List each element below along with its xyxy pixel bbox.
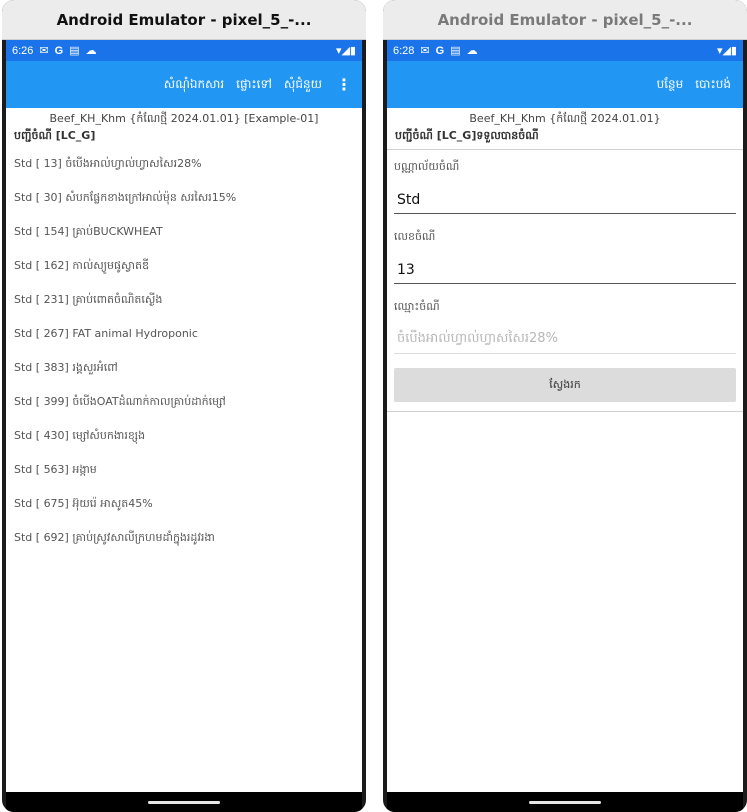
library-field[interactable]: Std <box>394 184 736 214</box>
status-time: 6:28 <box>393 44 415 57</box>
list-item[interactable]: Std [ 231] គ្រាប់ពោតចំណិតស្ងើង <box>14 283 354 317</box>
gmail-icon: ✉ <box>39 45 49 57</box>
signal-battery-icon: ▾◢▮ <box>335 45 356 57</box>
nav-bar <box>387 792 743 812</box>
number-label: លេខចំណី <box>394 230 436 243</box>
overflow-menu-icon[interactable]: ⋮ <box>328 75 356 94</box>
phone-screen: 6:28 ✉ G ▤ ☁ ▾◢▮ បន្ថែម បោះបង់ Beef_KH_K… <box>387 40 743 792</box>
app-bar: បន្ថែម បោះបង់ <box>387 61 743 108</box>
calendar-icon: ▤ <box>450 45 461 57</box>
feed-list: Std [ 13] ចំបើងអាល់ហ្វាល់ហ្វាសសៃរ28% Std… <box>6 147 362 555</box>
list-item[interactable]: Std [ 675] អ៊ុយរ៉េ អាសូត45% <box>14 487 354 521</box>
list-item[interactable]: Std [ 399] ចំបើងOATដំណាក់កាលគ្រាប់ដាក់ម្… <box>14 385 354 419</box>
number-field[interactable]: 13 <box>394 254 736 284</box>
google-icon: G <box>435 44 445 57</box>
emulator-window-left: Android Emulator - pixel_5_-... 6:26 ✉ G… <box>2 0 366 812</box>
list-item[interactable]: Std [ 13] ចំបើងអាល់ហ្វាល់ហ្វាសសៃរ28% <box>14 147 354 181</box>
action-add[interactable]: បន្ថែម <box>651 76 690 94</box>
action-documents[interactable]: សំណុំឯកសារ <box>158 76 230 94</box>
gmail-icon: ✉ <box>420 45 430 57</box>
search-button[interactable]: ស្វែងរក <box>394 368 736 402</box>
list-item[interactable]: Std [ 692] គ្រាប់ស្រូវសាលីក្រហមដាំក្នុងរ… <box>14 521 354 555</box>
app-bar: សំណុំឯកសារ ផ្លោះទៅ សុំជំនួយ ⋮ <box>6 61 362 108</box>
list-item[interactable]: Std [ 154] គ្រាប់BUCKWHEAT <box>14 215 354 249</box>
action-cancel[interactable]: បោះបង់ <box>689 76 737 94</box>
list-item[interactable]: Std [ 162] កាល់ស្យូមផូស្វាតឌី <box>14 249 354 283</box>
home-handle[interactable] <box>529 800 601 804</box>
library-label: បណ្ណាល័យចំណី <box>394 160 460 173</box>
emulator-window-right: Android Emulator - pixel_5_-... 6:28 ✉ G… <box>383 0 747 812</box>
list-item[interactable]: Std [ 430] ម្សៅសំបកងារខ្សុង <box>14 419 354 453</box>
name-label: ឈ្មោះចំណី <box>394 300 440 313</box>
google-icon: G <box>54 44 64 57</box>
list-title: បញ្ជីចំណី [LC_G] <box>14 129 96 142</box>
phone-screen: 6:26 ✉ G ▤ ☁ ▾◢▮ សំណុំឯកសារ ផ្លោះទៅ សុំជ… <box>6 40 362 792</box>
name-field[interactable]: ចំបើងអាល់ហ្វាល់ហ្វាសសៃរ28% <box>394 324 736 354</box>
window-title: Android Emulator - pixel_5_-... <box>383 0 747 40</box>
status-bar: 6:26 ✉ G ▤ ☁ ▾◢▮ <box>6 40 362 61</box>
list-item[interactable]: Std [ 563] អង្កាម <box>14 453 354 487</box>
calendar-icon: ▤ <box>69 45 80 57</box>
cloud-icon: ☁ <box>85 45 97 57</box>
feed-form: បណ្ណាល័យចំណី Std លេខចំណី 13 ឈ្មោះចំណី ចំ… <box>387 149 743 412</box>
nav-bar <box>6 792 362 812</box>
window-title: Android Emulator - pixel_5_-... <box>2 0 366 40</box>
cloud-icon: ☁ <box>466 45 478 57</box>
signal-battery-icon: ▾◢▮ <box>716 45 737 57</box>
action-goto[interactable]: ផ្លោះទៅ <box>230 76 278 94</box>
action-help[interactable]: សុំជំនួយ <box>278 76 328 94</box>
status-time: 6:26 <box>12 44 34 57</box>
list-item[interactable]: Std [ 267] FAT animal Hydroponic <box>14 317 354 351</box>
page-subtitle: Beef_KH_Khm {កំណែថ្មី 2024.01.01} [Examp… <box>49 112 319 125</box>
list-item[interactable]: Std [ 30] សំបកផ្លែកខាងក្រៅអាល់ម៉ុន សរសៃរ… <box>14 181 354 215</box>
list-title: បញ្ជីចំណី [LC_G]ទទួលបានចំណី <box>395 129 539 142</box>
status-bar: 6:28 ✉ G ▤ ☁ ▾◢▮ <box>387 40 743 61</box>
page-subtitle: Beef_KH_Khm {កំណែថ្មី 2024.01.01} <box>469 112 661 125</box>
home-handle[interactable] <box>148 800 220 804</box>
list-item[interactable]: Std [ 383] រង្គសួរអំពៅ <box>14 351 354 385</box>
